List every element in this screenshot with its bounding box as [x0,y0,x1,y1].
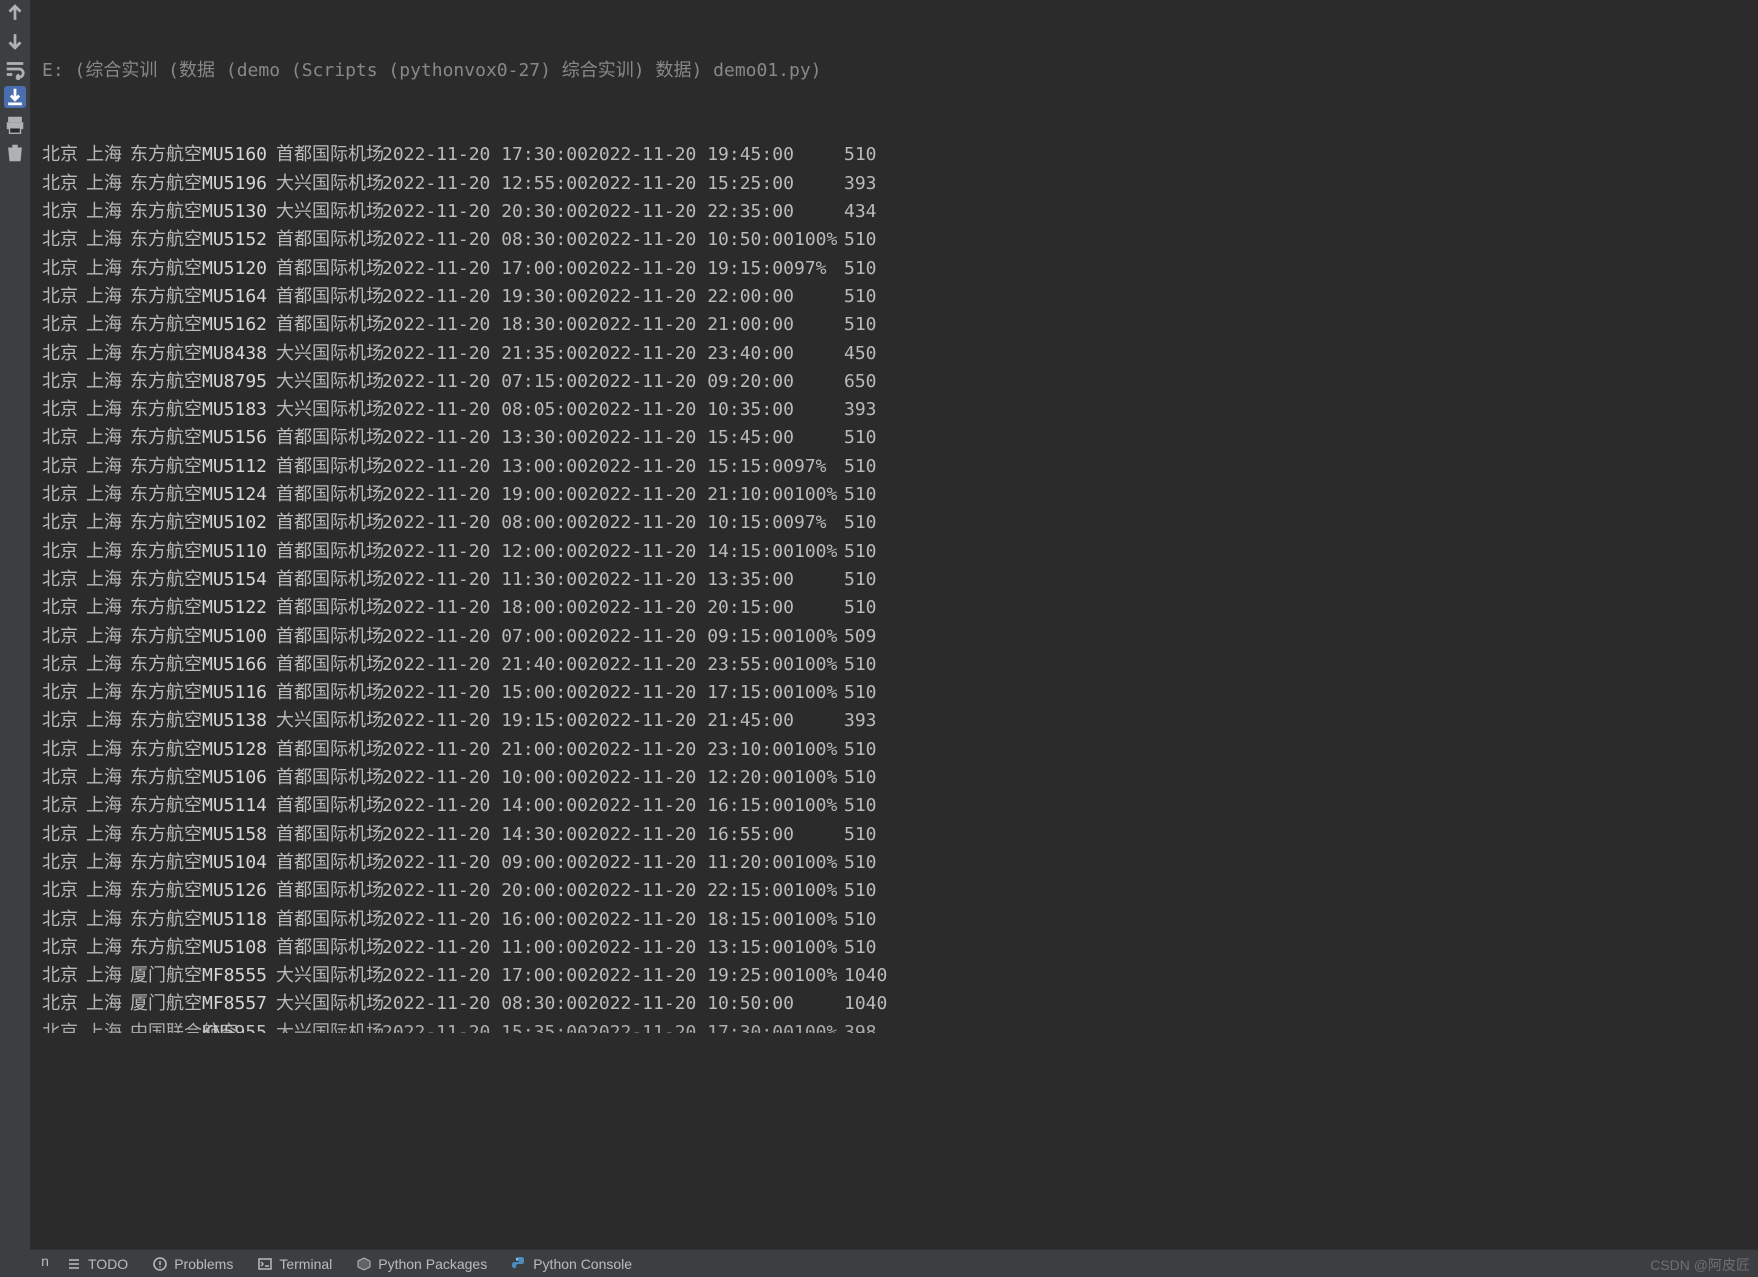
output-row: 北京上海东方航空MU5124首都国际机场2022-11-20 19:00:002… [42,481,1746,509]
output-row: 北京上海厦门航空MF8555大兴国际机场2022-11-20 17:00:002… [42,962,1746,990]
output-row: 北京上海东方航空MU5110首都国际机场2022-11-20 12:00:002… [42,538,1746,566]
bottom-toolbar: n TODO Problems Terminal Python Packages… [30,1249,1758,1277]
output-row: 北京上海东方航空MU5166首都国际机场2022-11-20 21:40:002… [42,651,1746,679]
arrow-down-icon[interactable] [4,30,26,52]
problems-tab[interactable]: Problems [140,1250,245,1277]
output-row: 北京上海中国联合航空KN5955大兴国际机场2022-11-20 15:35:0… [42,1019,1746,1033]
packages-icon [356,1256,372,1272]
output-row: 北京上海厦门航空MF8557大兴国际机场2022-11-20 08:30:002… [42,990,1746,1018]
todo-tab[interactable]: TODO [54,1250,140,1277]
output-row: 北京上海东方航空MU5100首都国际机场2022-11-20 07:00:002… [42,623,1746,651]
scroll-to-end-icon[interactable] [4,86,26,108]
output-row: 北京上海东方航空MU5114首都国际机场2022-11-20 14:00:002… [42,792,1746,820]
output-row: 北京上海东方航空MU8795大兴国际机场2022-11-20 07:15:002… [42,368,1746,396]
packages-tab[interactable]: Python Packages [344,1250,499,1277]
todo-label: TODO [88,1256,128,1272]
output-row: 北京上海东方航空MU5112首都国际机场2022-11-20 13:00:002… [42,453,1746,481]
wrap-icon[interactable] [4,58,26,80]
output-row: 北京上海东方航空MU5158首都国际机场2022-11-20 14:30:002… [42,821,1746,849]
python-console-tab[interactable]: Python Console [499,1250,644,1277]
output-row: 北京上海东方航空MU5196大兴国际机场2022-11-20 12:55:002… [42,170,1746,198]
output-row: 北京上海东方航空MU8438大兴国际机场2022-11-20 21:35:002… [42,340,1746,368]
python-icon [511,1256,527,1272]
watermark-text: CSDN @阿皮匠 [1650,1255,1750,1275]
output-row: 北京上海东方航空MU5102首都国际机场2022-11-20 08:00:002… [42,509,1746,537]
output-row: 北京上海东方航空MU5160首都国际机场2022-11-20 17:30:002… [42,141,1746,169]
output-row: 北京上海东方航空MU5152首都国际机场2022-11-20 08:30:002… [42,226,1746,254]
packages-label: Python Packages [378,1256,487,1272]
output-row: 北京上海东方航空MU5120首都国际机场2022-11-20 17:00:002… [42,255,1746,283]
output-row: 北京上海东方航空MU5118首都国际机场2022-11-20 16:00:002… [42,906,1746,934]
main-area: E: (综合实训 (数据 (demo (Scripts (pythonvox0-… [30,0,1758,1277]
warning-icon [152,1256,168,1272]
output-row: 北京上海东方航空MU5164首都国际机场2022-11-20 19:30:002… [42,283,1746,311]
output-row: 北京上海东方航空MU5108首都国际机场2022-11-20 11:00:002… [42,934,1746,962]
problems-label: Problems [174,1256,233,1272]
output-row: 北京上海东方航空MU5116首都国际机场2022-11-20 15:00:002… [42,679,1746,707]
output-row: 北京上海东方航空MU5183大兴国际机场2022-11-20 08:05:002… [42,396,1746,424]
output-row: 北京上海东方航空MU5104首都国际机场2022-11-20 09:00:002… [42,849,1746,877]
console-header: E: (综合实训 (数据 (demo (Scripts (pythonvox0-… [42,57,1746,85]
bottom-n-indicator[interactable]: n [36,1253,54,1275]
terminal-label: Terminal [279,1256,332,1272]
output-row: 北京上海东方航空MU5156首都国际机场2022-11-20 13:30:002… [42,424,1746,452]
trash-icon[interactable] [4,142,26,164]
output-row: 北京上海东方航空MU5162首都国际机场2022-11-20 18:30:002… [42,311,1746,339]
python-console-label: Python Console [533,1256,632,1272]
console-output[interactable]: E: (综合实训 (数据 (demo (Scripts (pythonvox0-… [30,0,1758,1249]
tool-gutter [0,0,30,1277]
output-row: 北京上海东方航空MU5154首都国际机场2022-11-20 11:30:002… [42,566,1746,594]
output-row: 北京上海东方航空MU5126首都国际机场2022-11-20 20:00:002… [42,877,1746,905]
output-row: 北京上海东方航空MU5128首都国际机场2022-11-20 21:00:002… [42,736,1746,764]
list-icon [66,1256,82,1272]
output-row: 北京上海东方航空MU5130大兴国际机场2022-11-20 20:30:002… [42,198,1746,226]
output-row: 北京上海东方航空MU5122首都国际机场2022-11-20 18:00:002… [42,594,1746,622]
output-row: 北京上海东方航空MU5106首都国际机场2022-11-20 10:00:002… [42,764,1746,792]
arrow-up-icon[interactable] [4,2,26,24]
terminal-tab[interactable]: Terminal [245,1250,344,1277]
output-row: 北京上海东方航空MU5138大兴国际机场2022-11-20 19:15:002… [42,707,1746,735]
terminal-icon [257,1256,273,1272]
print-icon[interactable] [4,114,26,136]
